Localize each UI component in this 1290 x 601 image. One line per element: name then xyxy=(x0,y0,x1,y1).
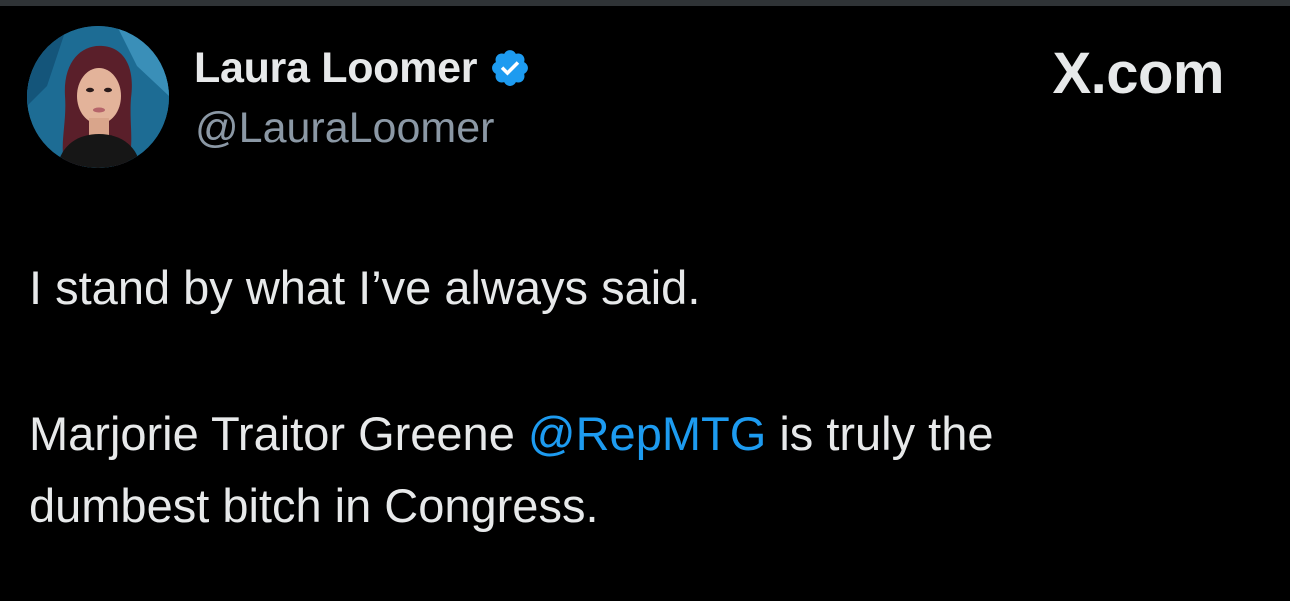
avatar[interactable] xyxy=(27,26,169,168)
tweet-line-3: dumbest bitch in Congress. xyxy=(29,479,599,532)
tweet-line-1: I stand by what I’ve always said. xyxy=(29,261,701,314)
author-handle[interactable]: @LauraLoomer xyxy=(195,104,494,153)
avatar-photo xyxy=(27,26,169,168)
tweet-body: I stand by what I’ve always said. Marjor… xyxy=(29,252,1249,542)
top-divider xyxy=(0,0,1290,6)
verified-badge-icon xyxy=(489,47,531,89)
tweet-line-2-text-after: is truly the xyxy=(766,407,994,460)
tweet-line-2: Marjorie Traitor Greene @RepMTG is truly… xyxy=(29,398,1249,470)
tweet-paragraph-break xyxy=(29,324,1249,398)
author-name-row: Laura Loomer xyxy=(194,42,531,94)
site-watermark: X.com xyxy=(1052,41,1224,106)
mention-link[interactable]: @RepMTG xyxy=(528,407,766,460)
tweet-line-2-text-before: Marjorie Traitor Greene xyxy=(29,407,528,460)
author-display-name[interactable]: Laura Loomer xyxy=(194,44,477,93)
